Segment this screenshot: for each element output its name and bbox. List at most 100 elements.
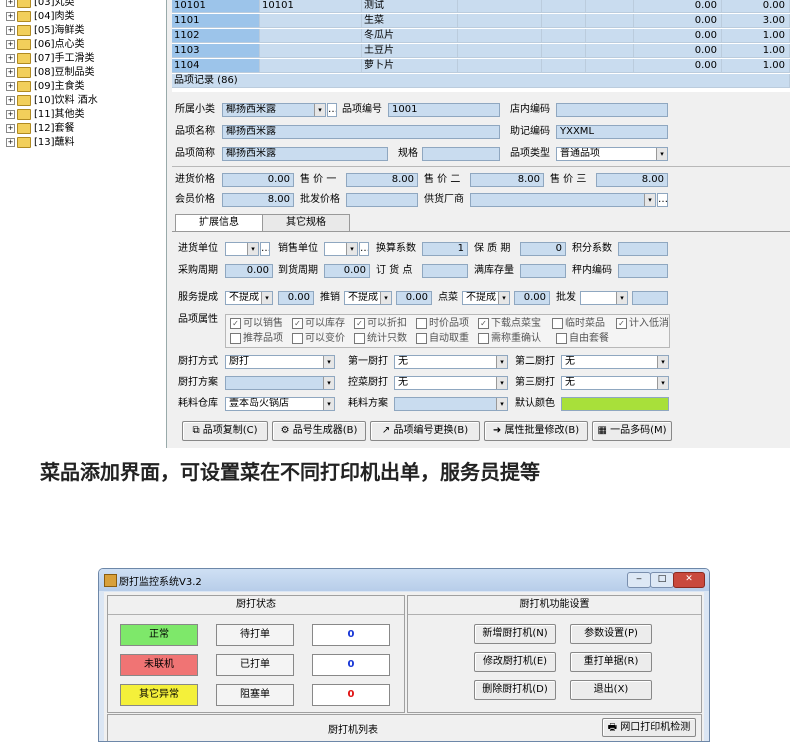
shelf-field[interactable]: 0: [520, 242, 566, 256]
tree-item[interactable]: + [06]点心类: [6, 38, 85, 52]
order-commission-amount[interactable]: 0.00: [514, 291, 550, 305]
title-bar[interactable]: 厨打监控系统V3.2 ‒ □ ✕: [99, 569, 709, 591]
edit-printer-button[interactable]: 修改厨打机(E): [474, 652, 556, 672]
minimize-button[interactable]: ‒: [627, 572, 651, 588]
reprint-button[interactable]: 重打单据(R): [570, 652, 652, 672]
tree-item[interactable]: + [05]海鲜类: [6, 24, 85, 38]
attribute-checkbox[interactable]: 时价品项: [416, 317, 469, 330]
tree-item[interactable]: + [09]主食类: [6, 80, 85, 94]
table-row[interactable]: 1104 萝卜片 0.00 1.00: [172, 59, 790, 74]
expand-icon[interactable]: +: [6, 25, 15, 35]
spec-field[interactable]: [422, 147, 500, 161]
attribute-checkbox[interactable]: 需称重确认: [478, 332, 541, 345]
tree-item[interactable]: + [10]饮料 酒水: [6, 94, 98, 108]
exit-button[interactable]: 退出(X): [570, 680, 652, 700]
add-printer-button[interactable]: 新增厨打机(N): [474, 624, 556, 644]
tree-item[interactable]: + [03]丸类: [6, 0, 75, 10]
wholesale-field[interactable]: [346, 193, 418, 207]
kitchen-plan-select[interactable]: ▾: [225, 376, 335, 390]
table-row[interactable]: 1101 生菜 0.00 3.00: [172, 14, 790, 29]
control-printer-select[interactable]: 无 ▾: [394, 376, 508, 390]
expand-icon[interactable]: +: [6, 0, 15, 7]
supplier-select[interactable]: ▾: [470, 193, 656, 207]
arrival-field[interactable]: 0.00: [324, 264, 370, 278]
maximize-button[interactable]: □: [650, 572, 674, 588]
expand-icon[interactable]: +: [6, 53, 15, 63]
tab-extended-info[interactable]: 扩展信息: [175, 214, 263, 231]
kitchen-mode-select[interactable]: 厨打 ▾: [225, 355, 335, 369]
points-field[interactable]: [618, 242, 668, 256]
code-generator-button[interactable]: ⚙ 品号生成器(B): [272, 421, 366, 441]
attribute-checkbox[interactable]: ✓ 计入低消: [616, 317, 669, 330]
expand-icon[interactable]: +: [6, 95, 15, 105]
attribute-checkbox[interactable]: ✓ 可以折扣: [354, 317, 407, 330]
sale-unit-browse[interactable]: …: [359, 242, 369, 256]
category-select[interactable]: 椰扬西米露 ▾: [222, 103, 326, 117]
inner-code-field[interactable]: [618, 264, 668, 278]
tree-item[interactable]: + [13]蘸料: [6, 136, 75, 150]
price2-field[interactable]: 8.00: [470, 173, 544, 187]
expand-icon[interactable]: +: [6, 39, 15, 49]
queue-type-button[interactable]: 阻塞单: [216, 684, 294, 706]
item-no-field[interactable]: 1001: [388, 103, 500, 117]
sale-unit-select[interactable]: ▾: [324, 242, 358, 256]
batch-edit-button[interactable]: ➜ 属性批量修改(B): [484, 421, 588, 441]
conv-field[interactable]: 1: [422, 242, 468, 256]
expand-icon[interactable]: +: [6, 137, 15, 147]
price3-field[interactable]: 8.00: [596, 173, 668, 187]
full-stock-field[interactable]: [520, 264, 566, 278]
item-name-field[interactable]: 椰扬西米露: [222, 125, 500, 139]
supplier-browse-button[interactable]: …: [657, 193, 668, 207]
printer2-select[interactable]: 无 ▾: [561, 355, 669, 369]
queue-type-button[interactable]: 待打单: [216, 624, 294, 646]
attribute-checkbox[interactable]: 推荐品项: [230, 332, 283, 345]
renumber-button[interactable]: ↗ 品项编号更换(B): [370, 421, 480, 441]
printer1-select[interactable]: 无 ▾: [394, 355, 508, 369]
default-color-swatch[interactable]: [561, 397, 669, 411]
mnemonic-field[interactable]: YXXML: [556, 125, 668, 139]
table-row[interactable]: 1103 土豆片 0.00 1.00: [172, 44, 790, 59]
queue-type-button[interactable]: 已打单: [216, 654, 294, 676]
promo-amount[interactable]: 0.00: [396, 291, 432, 305]
settings-button[interactable]: 参数设置(P): [570, 624, 652, 644]
expand-icon[interactable]: +: [6, 11, 15, 21]
item-type-select[interactable]: 普通品项 ▾: [556, 147, 668, 161]
member-price-field[interactable]: 8.00: [222, 193, 294, 207]
promo-select[interactable]: 不提成 ▾: [344, 291, 392, 305]
attribute-checkbox[interactable]: ✓ 下载点菜宝: [478, 317, 541, 330]
attribute-checkbox[interactable]: 可以变价: [292, 332, 345, 345]
cycle-field[interactable]: 0.00: [225, 264, 273, 278]
batch-amount[interactable]: [632, 291, 668, 305]
order-commission-select[interactable]: 不提成 ▾: [462, 291, 510, 305]
tree-item[interactable]: + [12]套餐: [6, 122, 75, 136]
expand-icon[interactable]: +: [6, 109, 15, 119]
table-row[interactable]: 1102 冬瓜片 0.00 1.00: [172, 29, 790, 44]
reorder-field[interactable]: [422, 264, 468, 278]
tree-item[interactable]: + [08]豆制品类: [6, 66, 95, 80]
price1-field[interactable]: 8.00: [346, 173, 418, 187]
service-commission-select[interactable]: 不提成 ▾: [225, 291, 273, 305]
close-button[interactable]: ✕: [673, 572, 705, 588]
delete-printer-button[interactable]: 删除厨打机(D): [474, 680, 556, 700]
network-printer-detect-button[interactable]: 🖶 网口打印机检测: [602, 718, 696, 737]
in-unit-browse[interactable]: …: [260, 242, 270, 256]
attribute-checkbox[interactable]: 临时菜品: [552, 317, 605, 330]
store-code-field[interactable]: [556, 103, 668, 117]
expand-icon[interactable]: +: [6, 81, 15, 91]
purchase-price-field[interactable]: 0.00: [222, 173, 294, 187]
printer3-select[interactable]: 无 ▾: [561, 376, 669, 390]
tree-item[interactable]: + [04]肉类: [6, 10, 75, 24]
tab-other-specs[interactable]: 其它规格: [262, 214, 350, 231]
short-name-field[interactable]: 椰扬西米露: [222, 147, 388, 161]
batch-select[interactable]: ▾: [580, 291, 628, 305]
category-browse-button[interactable]: …: [327, 103, 337, 117]
service-commission-amount[interactable]: 0.00: [278, 291, 314, 305]
copy-item-button[interactable]: ⧉ 品项复制(C): [182, 421, 268, 441]
attribute-checkbox[interactable]: 统计只数: [354, 332, 407, 345]
material-plan-select[interactable]: ▾: [394, 397, 508, 411]
expand-icon[interactable]: +: [6, 123, 15, 133]
attribute-checkbox[interactable]: 自动取重: [416, 332, 469, 345]
tree-item[interactable]: + [11]其他类: [6, 108, 85, 122]
attribute-checkbox[interactable]: ✓ 可以销售: [230, 317, 283, 330]
expand-icon[interactable]: +: [6, 67, 15, 77]
